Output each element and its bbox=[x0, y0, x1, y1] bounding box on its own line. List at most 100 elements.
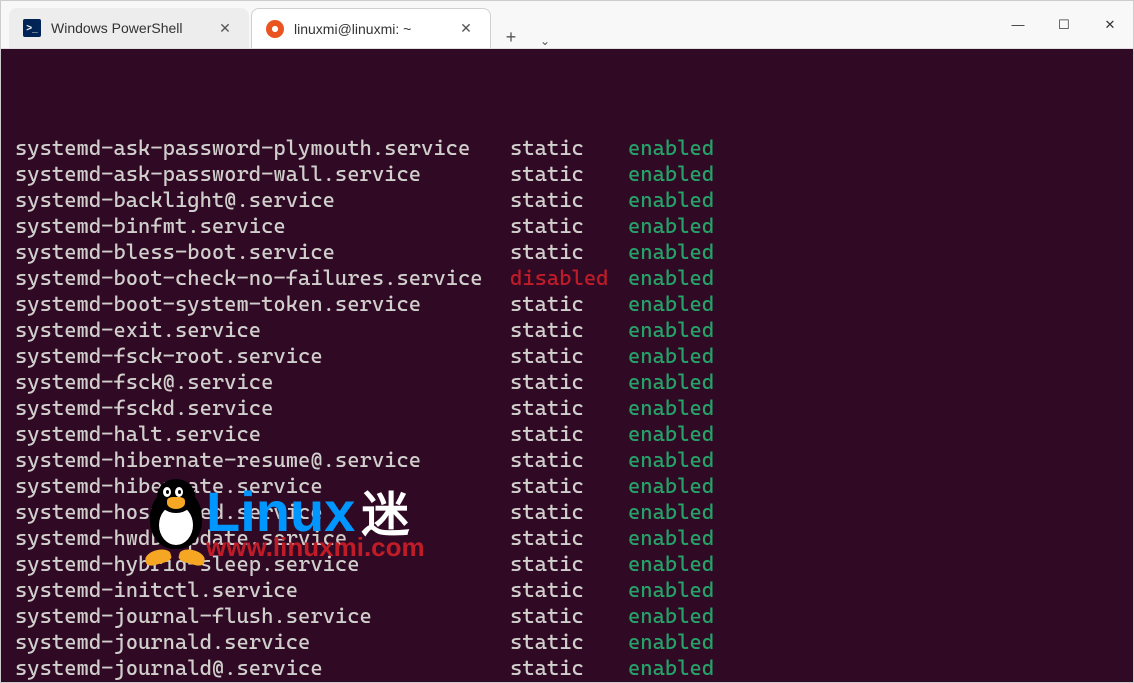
powershell-icon: >_ bbox=[23, 19, 41, 37]
unit-preset: enabled bbox=[628, 187, 714, 213]
close-icon[interactable]: ✕ bbox=[456, 19, 476, 39]
service-row: systemd-boot-check-no-failures.servicedi… bbox=[15, 265, 1119, 291]
chevron-down-icon: ⌄ bbox=[540, 34, 550, 48]
unit-state: static bbox=[510, 473, 628, 499]
service-row: systemd-boot-system-token.servicestatice… bbox=[15, 291, 1119, 317]
unit-state: static bbox=[510, 369, 628, 395]
unit-preset: enabled bbox=[628, 343, 714, 369]
terminal-window: >_ Windows PowerShell ✕ linuxmi@linuxmi:… bbox=[0, 0, 1134, 683]
unit-name: systemd-boot-check-no-failures.service bbox=[15, 265, 510, 291]
unit-name: systemd-binfmt.service bbox=[15, 213, 510, 239]
unit-state: static bbox=[510, 577, 628, 603]
service-row: systemd-hwdb-update.servicestaticenabled bbox=[15, 525, 1119, 551]
unit-state: static bbox=[510, 421, 628, 447]
unit-name: systemd-hostnamed.service bbox=[15, 499, 510, 525]
service-row: systemd-kexec.servicestaticenabled bbox=[15, 681, 1119, 682]
unit-preset: enabled bbox=[628, 473, 714, 499]
unit-name: systemd-ask-password-wall.service bbox=[15, 161, 510, 187]
tab-powershell[interactable]: >_ Windows PowerShell ✕ bbox=[9, 8, 249, 48]
unit-name: systemd-exit.service bbox=[15, 317, 510, 343]
unit-preset: enabled bbox=[628, 603, 714, 629]
unit-preset: enabled bbox=[628, 421, 714, 447]
unit-state: static bbox=[510, 291, 628, 317]
unit-name: systemd-backlight@.service bbox=[15, 187, 510, 213]
service-row: systemd-hibernate.servicestaticenabled bbox=[15, 473, 1119, 499]
unit-preset: enabled bbox=[628, 655, 714, 681]
unit-state: static bbox=[510, 655, 628, 681]
unit-preset: enabled bbox=[628, 213, 714, 239]
unit-preset: enabled bbox=[628, 525, 714, 551]
unit-preset: enabled bbox=[628, 239, 714, 265]
unit-name: systemd-fsck@.service bbox=[15, 369, 510, 395]
unit-name: systemd-hwdb-update.service bbox=[15, 525, 510, 551]
service-row: systemd-hybrid-sleep.servicestaticenable… bbox=[15, 551, 1119, 577]
unit-state: static bbox=[510, 187, 628, 213]
service-row: systemd-backlight@.servicestaticenabled bbox=[15, 187, 1119, 213]
unit-name: systemd-hibernate.service bbox=[15, 473, 510, 499]
tab-dropdown-button[interactable]: ⌄ bbox=[529, 34, 561, 48]
close-button[interactable]: ✕ bbox=[1087, 1, 1133, 49]
unit-state: static bbox=[510, 447, 628, 473]
tab-ubuntu[interactable]: linuxmi@linuxmi: ~ ✕ bbox=[251, 8, 491, 48]
unit-name: systemd-kexec.service bbox=[15, 681, 510, 682]
unit-preset: enabled bbox=[628, 577, 714, 603]
minimize-button[interactable]: — bbox=[995, 1, 1041, 49]
unit-preset: enabled bbox=[628, 135, 714, 161]
service-row: systemd-fsck-root.servicestaticenabled bbox=[15, 343, 1119, 369]
unit-state: static bbox=[510, 603, 628, 629]
unit-name: systemd-halt.service bbox=[15, 421, 510, 447]
tab-label: linuxmi@linuxmi: ~ bbox=[294, 21, 448, 37]
unit-name: systemd-fsck-root.service bbox=[15, 343, 510, 369]
unit-state: static bbox=[510, 213, 628, 239]
titlebar: >_ Windows PowerShell ✕ linuxmi@linuxmi:… bbox=[1, 1, 1133, 49]
service-row: systemd-ask-password-wall.servicestatice… bbox=[15, 161, 1119, 187]
unit-state: static bbox=[510, 135, 628, 161]
unit-name: systemd-journal-flush.service bbox=[15, 603, 510, 629]
unit-state: static bbox=[510, 525, 628, 551]
unit-name: systemd-bless-boot.service bbox=[15, 239, 510, 265]
service-row: systemd-initctl.servicestaticenabled bbox=[15, 577, 1119, 603]
service-row: systemd-hibernate-resume@.servicestatice… bbox=[15, 447, 1119, 473]
maximize-button[interactable]: ☐ bbox=[1041, 1, 1087, 49]
service-row: systemd-binfmt.servicestaticenabled bbox=[15, 213, 1119, 239]
unit-state: static bbox=[510, 499, 628, 525]
unit-name: systemd-hybrid-sleep.service bbox=[15, 551, 510, 577]
service-row: systemd-ask-password-plymouth.servicesta… bbox=[15, 135, 1119, 161]
unit-preset: enabled bbox=[628, 395, 714, 421]
unit-preset: enabled bbox=[628, 447, 714, 473]
unit-state: static bbox=[510, 395, 628, 421]
service-row: systemd-fsckd.servicestaticenabled bbox=[15, 395, 1119, 421]
unit-preset: enabled bbox=[628, 317, 714, 343]
window-controls: — ☐ ✕ bbox=[995, 1, 1133, 48]
unit-name: systemd-journald@.service bbox=[15, 655, 510, 681]
service-row: systemd-exit.servicestaticenabled bbox=[15, 317, 1119, 343]
service-row: systemd-journald@.servicestaticenabled bbox=[15, 655, 1119, 681]
service-row: systemd-journald.servicestaticenabled bbox=[15, 629, 1119, 655]
service-row: systemd-hostnamed.servicestaticenabled bbox=[15, 499, 1119, 525]
unit-preset: enabled bbox=[628, 551, 714, 577]
unit-name: systemd-ask-password-plymouth.service bbox=[15, 135, 510, 161]
service-row: systemd-fsck@.servicestaticenabled bbox=[15, 369, 1119, 395]
unit-preset: enabled bbox=[628, 291, 714, 317]
unit-preset: enabled bbox=[628, 161, 714, 187]
unit-name: systemd-fsckd.service bbox=[15, 395, 510, 421]
unit-name: systemd-boot-system-token.service bbox=[15, 291, 510, 317]
unit-state: disabled bbox=[510, 265, 628, 291]
unit-state: static bbox=[510, 551, 628, 577]
unit-preset: enabled bbox=[628, 265, 714, 291]
tab-label: Windows PowerShell bbox=[51, 20, 207, 36]
unit-state: static bbox=[510, 239, 628, 265]
service-row: systemd-halt.servicestaticenabled bbox=[15, 421, 1119, 447]
close-icon[interactable]: ✕ bbox=[215, 18, 235, 38]
terminal-content[interactable]: systemd-ask-password-plymouth.servicesta… bbox=[1, 49, 1133, 682]
service-row: systemd-bless-boot.servicestaticenabled bbox=[15, 239, 1119, 265]
unit-preset: enabled bbox=[628, 369, 714, 395]
new-tab-button[interactable]: + bbox=[493, 27, 529, 48]
unit-preset: enabled bbox=[628, 629, 714, 655]
unit-name: systemd-journald.service bbox=[15, 629, 510, 655]
unit-state: static bbox=[510, 317, 628, 343]
ubuntu-icon bbox=[266, 20, 284, 38]
unit-state: static bbox=[510, 343, 628, 369]
unit-state: static bbox=[510, 161, 628, 187]
unit-name: systemd-hibernate-resume@.service bbox=[15, 447, 510, 473]
